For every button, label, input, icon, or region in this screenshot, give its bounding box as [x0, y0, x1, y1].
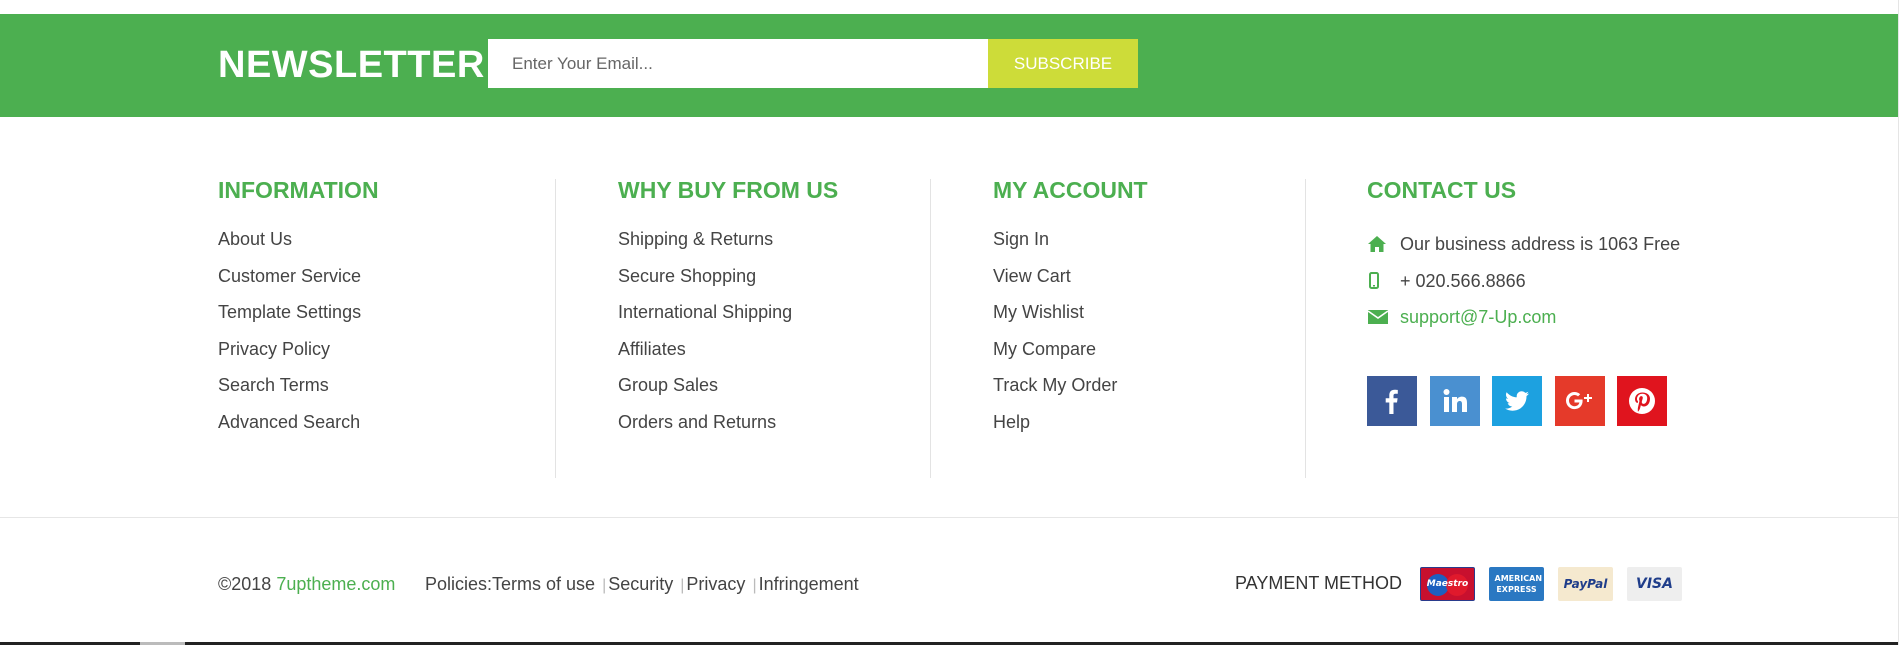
- newsletter-email-input[interactable]: [488, 39, 988, 88]
- why-buy-link[interactable]: Group Sales: [618, 375, 718, 395]
- information-link[interactable]: Template Settings: [218, 302, 361, 322]
- why-buy-link[interactable]: Orders and Returns: [618, 412, 776, 432]
- google-plus-icon: [1565, 392, 1592, 410]
- why-buy-column: WHY BUY FROM US Shipping & Returns Secur…: [618, 177, 838, 445]
- list-item: Shipping & Returns: [618, 226, 838, 263]
- my-account-list: Sign In View Cart My Wishlist My Compare…: [993, 226, 1148, 445]
- my-account-title: MY ACCOUNT: [993, 177, 1148, 203]
- policy-link-infringement[interactable]: Infringement: [759, 574, 859, 594]
- information-link[interactable]: Customer Service: [218, 266, 361, 286]
- information-column: INFORMATION About Us Customer Service Te…: [218, 177, 379, 445]
- twitter-button[interactable]: [1492, 376, 1542, 426]
- information-link[interactable]: Search Terms: [218, 375, 329, 395]
- policy-link-terms[interactable]: Terms of use: [492, 574, 595, 594]
- paypal-card-label: PayPal: [1563, 577, 1608, 591]
- policy-link-security[interactable]: Security: [608, 574, 673, 594]
- paypal-card-icon: PayPal: [1558, 567, 1613, 601]
- why-buy-link[interactable]: Affiliates: [618, 339, 686, 359]
- envelope-icon: [1367, 309, 1400, 325]
- twitter-icon: [1505, 391, 1529, 411]
- google-plus-button[interactable]: [1554, 376, 1605, 426]
- why-buy-title: WHY BUY FROM US: [618, 177, 839, 203]
- list-item: View Cart: [993, 263, 1148, 300]
- visa-card-icon: VISA: [1627, 567, 1682, 601]
- my-account-link[interactable]: My Wishlist: [993, 302, 1084, 322]
- list-item: Template Settings: [218, 299, 379, 336]
- my-account-link[interactable]: View Cart: [993, 266, 1071, 286]
- list-item: My Compare: [993, 336, 1148, 373]
- contact-email-link[interactable]: support@7-Up.com: [1400, 304, 1556, 330]
- copyright-year: ©2018: [218, 574, 272, 594]
- policy-separator: |: [602, 577, 607, 594]
- contact-phone: + 020.566.8866: [1400, 270, 1526, 291]
- column-divider: [555, 179, 556, 478]
- policy-separator: |: [752, 577, 757, 594]
- facebook-button[interactable]: [1367, 376, 1417, 426]
- contact-phone-row: + 020.566.8866: [1367, 263, 1680, 300]
- list-item: Orders and Returns: [618, 409, 838, 446]
- contact-email-row: support@7-Up.com: [1367, 299, 1680, 336]
- list-item: Group Sales: [618, 372, 838, 409]
- why-buy-link[interactable]: Shipping & Returns: [618, 229, 773, 249]
- maestro-card-icon: Maestro: [1420, 567, 1475, 601]
- my-account-link[interactable]: Help: [993, 412, 1030, 432]
- facebook-icon: [1385, 389, 1398, 414]
- information-title: INFORMATION: [218, 177, 379, 203]
- contact-title: CONTACT US: [1367, 177, 1517, 203]
- why-buy-list: Shipping & Returns Secure Shopping Inter…: [618, 226, 838, 445]
- copyright: ©2018 7uptheme.com: [218, 572, 395, 596]
- home-icon: [1367, 235, 1400, 253]
- list-item: Customer Service: [218, 263, 379, 300]
- list-item: My Wishlist: [993, 299, 1148, 336]
- information-list: About Us Customer Service Template Setti…: [218, 226, 379, 445]
- contact-address: Our business address is 1063 Free: [1400, 234, 1681, 255]
- top-strip: [0, 0, 1901, 14]
- linkedin-button[interactable]: [1429, 376, 1480, 426]
- column-divider: [1305, 179, 1306, 478]
- subscribe-button[interactable]: SUBSCRIBE: [988, 39, 1138, 88]
- list-item: Affiliates: [618, 336, 838, 373]
- maestro-card-label: Maestro: [1426, 579, 1469, 589]
- list-item: About Us: [218, 226, 379, 263]
- pinterest-button[interactable]: [1617, 376, 1667, 426]
- payment-method-label: PAYMENT METHOD: [1235, 573, 1403, 593]
- my-account-link[interactable]: My Compare: [993, 339, 1096, 359]
- my-account-link[interactable]: Sign In: [993, 229, 1049, 249]
- list-item: Track My Order: [993, 372, 1148, 409]
- list-item: Search Terms: [218, 372, 379, 409]
- contact-column: CONTACT US Our business address is 1063 …: [1367, 177, 1680, 336]
- policies-label: Policies:: [425, 574, 493, 594]
- why-buy-link[interactable]: International Shipping: [618, 302, 792, 322]
- american-express-card-icon: AMERICAN EXPRESS: [1489, 567, 1544, 601]
- amex-card-label: AMERICAN EXPRESS: [1494, 574, 1543, 594]
- information-link[interactable]: Privacy Policy: [218, 339, 330, 359]
- my-account-column: MY ACCOUNT Sign In View Cart My Wishlist…: [993, 177, 1148, 445]
- column-divider: [930, 179, 931, 478]
- list-item: International Shipping: [618, 299, 838, 336]
- list-item: Privacy Policy: [218, 336, 379, 373]
- my-account-link[interactable]: Track My Order: [993, 375, 1117, 395]
- why-buy-link[interactable]: Secure Shopping: [618, 266, 756, 286]
- copyright-site-link[interactable]: 7uptheme.com: [276, 574, 395, 594]
- visa-card-label: VISA: [1636, 576, 1673, 592]
- newsletter-title: NEWSLETTER: [218, 44, 485, 86]
- list-item: Secure Shopping: [618, 263, 838, 300]
- contact-list: Our business address is 1063 Free + 020.…: [1367, 226, 1680, 336]
- list-item: Help: [993, 409, 1148, 446]
- list-item: Advanced Search: [218, 409, 379, 446]
- linkedin-icon: [1443, 389, 1467, 412]
- contact-address-row: Our business address is 1063 Free: [1367, 226, 1680, 263]
- mobile-phone-icon: [1367, 271, 1400, 290]
- newsletter-band: NEWSLETTER SUBSCRIBE: [0, 14, 1898, 117]
- information-link[interactable]: Advanced Search: [218, 412, 360, 432]
- social-links: [1367, 376, 1680, 426]
- policy-link-privacy[interactable]: Privacy: [686, 574, 745, 594]
- policies-links: Policies:Terms of use | Security | Privacy | I…: [425, 572, 859, 598]
- pinterest-icon: [1629, 388, 1655, 414]
- list-item: Sign In: [993, 226, 1148, 263]
- policy-separator: |: [680, 577, 685, 594]
- information-link[interactable]: About Us: [218, 229, 292, 249]
- footer-separator: [0, 517, 1898, 518]
